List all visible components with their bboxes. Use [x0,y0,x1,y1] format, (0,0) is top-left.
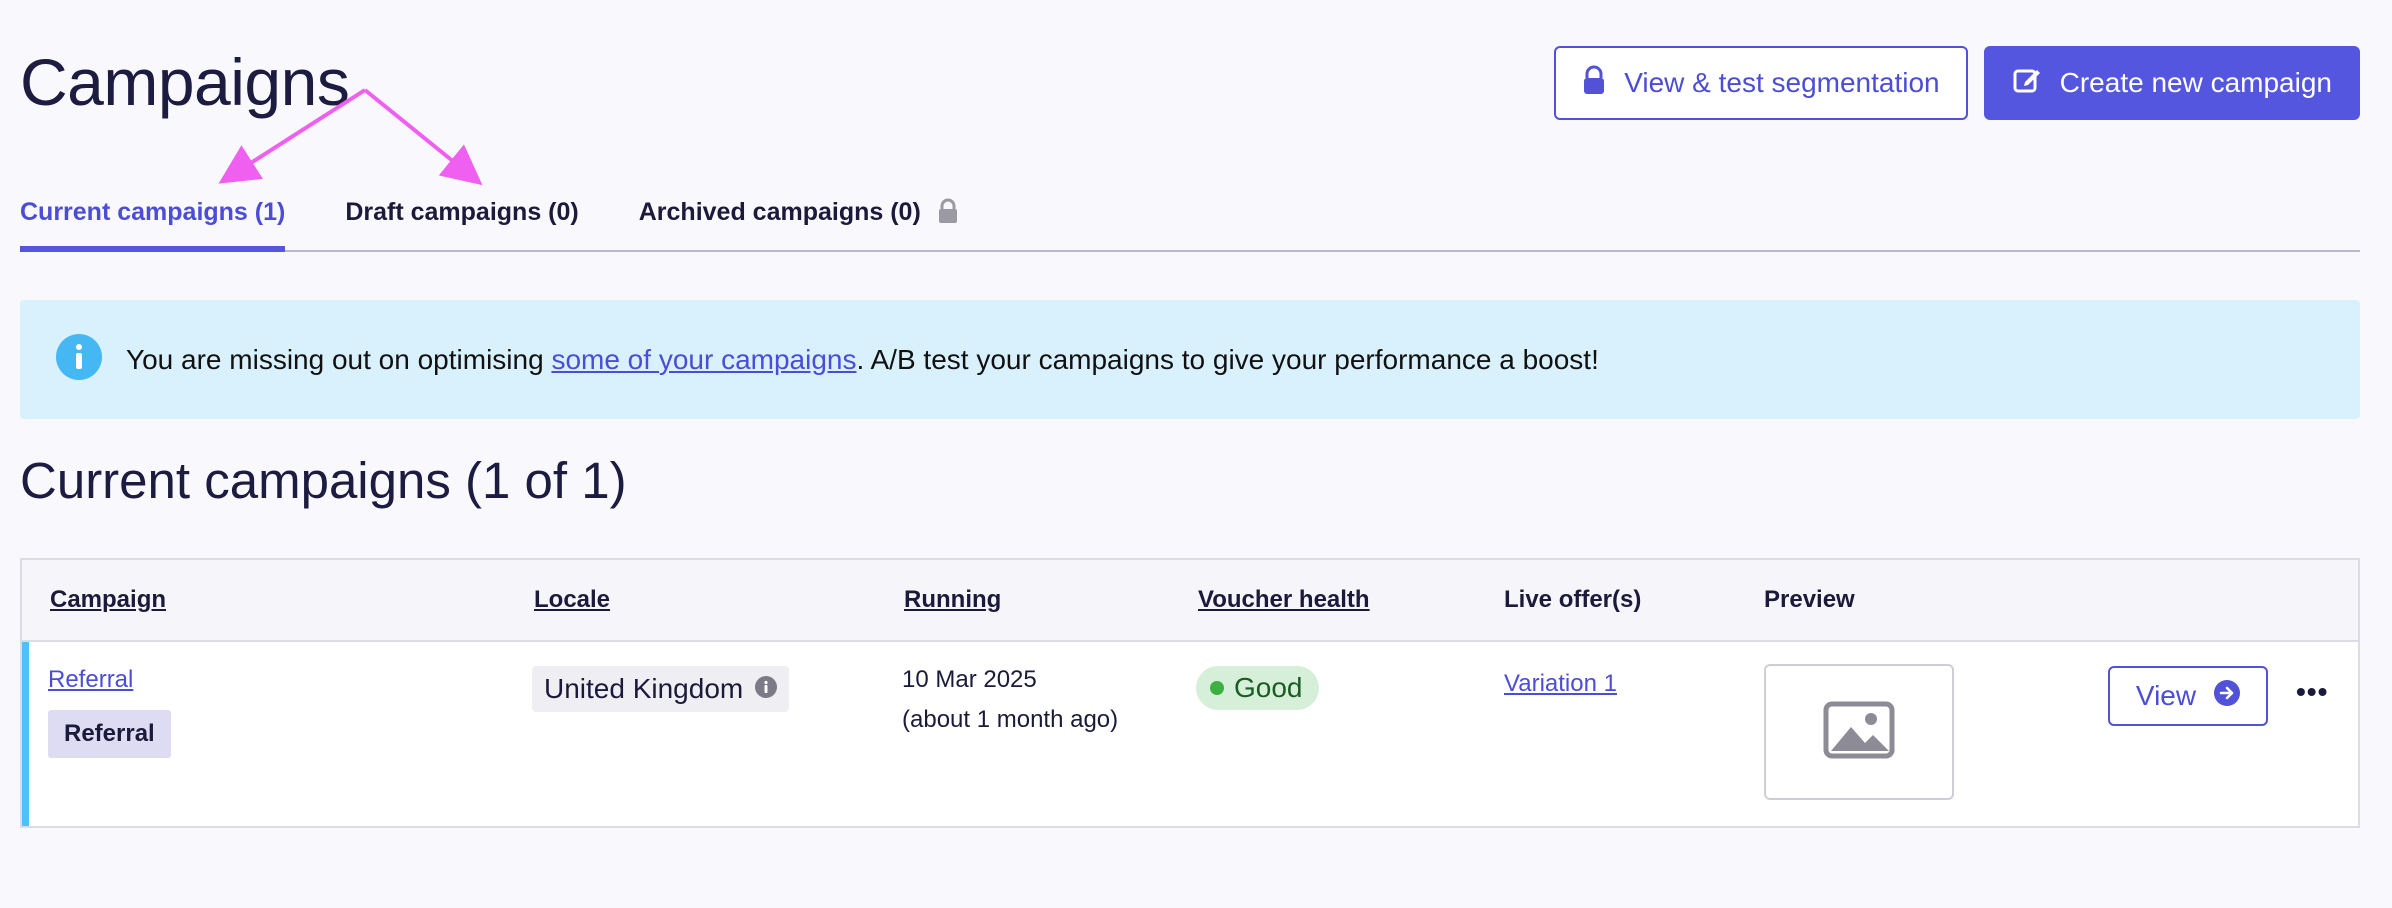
table-row: Referral Referral United Kingdom 10 Mar … [22,642,2358,826]
tab-label: Archived campaigns (0) [638,198,921,226]
tab-draft-campaigns[interactable]: Draft campaigns (0) [345,186,578,246]
column-header-preview: Preview [1764,586,1855,613]
live-offer-cell: Variation 1 [1504,670,1617,698]
column-header-voucher-health[interactable]: Voucher health [1198,586,1370,614]
arrow-right-circle-icon [2214,679,2241,713]
page-title: Campaigns [20,45,350,119]
campaign-type-tag: Referral [48,710,171,758]
campaign-tabs: Current campaigns (1) Draft campaigns (0… [20,186,2360,252]
running-relative: (about 1 month ago) [902,706,1119,733]
table-header: Campaign Locale Running Voucher health L… [22,560,2358,642]
campaign-cell: Referral Referral [48,666,171,758]
tab-archived-campaigns[interactable]: Archived campaigns (0) [639,186,959,246]
running-cell: 10 Mar 2025 (about 1 month ago) [902,660,1118,740]
info-icon [56,334,102,385]
preview-thumbnail[interactable] [1764,664,1954,800]
voucher-health-cell: Good [1196,666,1319,710]
banner-message: You are missing out on optimising some o… [126,344,1599,376]
row-status-accent [22,642,29,826]
create-campaign-label: Create new campaign [2059,67,2332,98]
view-campaign-button[interactable]: View [2108,666,2268,726]
column-header-running[interactable]: Running [904,586,1001,614]
campaigns-table: Campaign Locale Running Voucher health L… [20,558,2360,828]
info-icon[interactable] [755,673,778,705]
campaign-link[interactable]: Referral [48,666,133,693]
running-date: 10 Mar 2025 [902,666,1037,693]
banner-text-end: . A/B test your campaigns to give your p… [856,343,1599,375]
preview-cell [1764,664,1954,800]
tab-current-campaigns[interactable]: Current campaigns (1) [20,186,286,252]
locale-cell: United Kingdom [532,666,790,712]
more-cell: ••• [2296,676,2328,708]
create-campaign-button[interactable]: Create new campaign [1983,46,2360,120]
ab-test-info-banner: You are missing out on optimising some o… [20,300,2360,419]
column-header-locale[interactable]: Locale [534,586,610,614]
voucher-health-value: Good [1234,672,1303,703]
column-header-campaign[interactable]: Campaign [50,586,166,614]
locale-value: United Kingdom [544,673,744,704]
view-label: View [2135,680,2197,711]
voucher-health-badge: Good [1196,666,1319,710]
more-options-icon[interactable]: ••• [2296,676,2328,707]
some-campaigns-link[interactable]: some of your campaigns [551,344,856,375]
view-cell: View [2108,666,2268,726]
view-test-segmentation-button[interactable]: View & test segmentation [1554,46,1968,120]
tab-label: Draft campaigns (0) [345,198,579,226]
lock-icon [937,198,959,231]
section-title: Current campaigns (1 of 1) [20,452,627,509]
lock-icon [1582,65,1606,102]
tab-label: Current campaigns (1) [20,198,286,226]
column-header-live-offers: Live offer(s) [1504,586,1642,613]
banner-text-start: You are missing out on optimising [126,343,552,375]
header-actions: View & test segmentation Create new camp… [1554,46,2360,120]
image-placeholder-icon [1823,701,1895,764]
locale-chip: United Kingdom [532,666,790,712]
view-test-segmentation-label: View & test segmentation [1624,67,1940,98]
live-offer-link[interactable]: Variation 1 [1504,670,1617,697]
status-dot [1210,681,1224,695]
edit-icon [2012,65,2042,102]
